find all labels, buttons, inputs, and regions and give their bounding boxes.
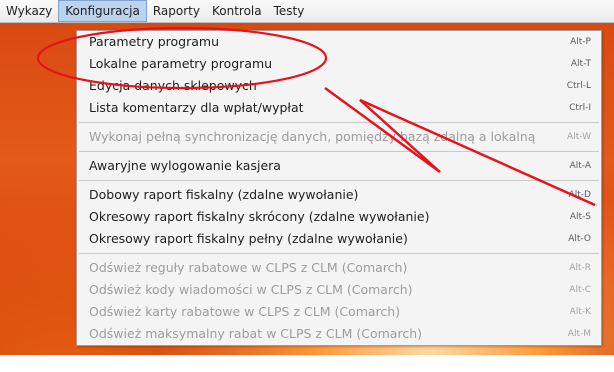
menu-separator [79,180,599,181]
menu-item-shortcut: Alt-O [568,234,591,244]
menu-item-label: Wykonaj pełną synchronizację danych, pom… [89,129,536,144]
menu-item-label: Odśwież maksymalny rabat w CLPS z CLM (C… [89,326,423,341]
menu-separator [79,151,599,152]
menu-item-label: Odśwież karty rabatowe w CLPS z CLM (Com… [89,304,401,319]
menu-item-shortcut: Alt-S [569,212,591,222]
menu-item-shortcut: Alt-R [569,263,591,273]
menu-item-shortcut: Alt-K [569,307,591,317]
menu-item[interactable]: Dobowy raport fiskalny (zdalne wywołanie… [77,184,601,206]
menu-item[interactable]: Parametry programu Alt-P [77,31,601,53]
menu-item[interactable]: Edycja danych sklepowych Ctrl-L [77,75,601,97]
menu-item-shortcut: Alt-C [569,285,591,295]
menu-item-label: Parametry programu [89,34,219,49]
menu-item[interactable]: Okresowy raport fiskalny skrócony (zdaln… [77,206,601,228]
menu-item-label: Okresowy raport fiskalny pełny (zdalne w… [89,231,408,246]
menu-item[interactable]: Lokalne parametry programu Alt-T [77,53,601,75]
menu-item: Odśwież kody wiadomości w CLPS z CLM (Co… [77,279,601,301]
menu-item-label: Edycja danych sklepowych [89,78,257,93]
menu-item-label: Odśwież reguły rabatowe w CLPS z CLM (Co… [89,260,408,275]
menu-item-label: Awaryjne wylogowanie kasjera [89,158,281,173]
menu-item-label: Odśwież kody wiadomości w CLPS z CLM (Co… [89,282,413,297]
menu-raporty[interactable]: Raporty [147,0,206,22]
menu-item-shortcut: Alt-T [570,59,591,69]
menu-item-shortcut: Alt-W [567,132,591,142]
menu-konfiguracja[interactable]: Konfiguracja [58,0,147,22]
menu-item: Odśwież karty rabatowe w CLPS z CLM (Com… [77,301,601,323]
menu-item-label: Lista komentarzy dla wpłat/wypłat [89,100,304,115]
menu-item-label: Okresowy raport fiskalny skrócony (zdaln… [89,209,430,224]
menubar: Wykazy Konfiguracja Raporty Kontrola Tes… [0,0,614,23]
menu-item-shortcut: Alt-D [568,190,591,200]
menu-item[interactable]: Okresowy raport fiskalny pełny (zdalne w… [77,228,601,250]
menu-separator [79,122,599,123]
menu-item-shortcut: Alt-M [567,329,591,339]
menu-item[interactable]: Lista komentarzy dla wpłat/wypłat Ctrl-I [77,97,601,119]
desktop-bottom-strip [0,355,614,372]
menu-item[interactable]: Awaryjne wylogowanie kasjera Alt-A [77,155,601,177]
menu-testy[interactable]: Testy [268,0,311,22]
konfiguracja-dropdown-menu: Parametry programu Alt-P Lokalne parametry… [76,30,602,346]
menu-wykazy[interactable]: Wykazy [0,0,58,22]
menu-item: Odśwież reguły rabatowe w CLPS z CLM (Co… [77,257,601,279]
menu-item: Wykonaj pełną synchronizację danych, pom… [77,126,601,148]
menu-item-shortcut: Ctrl-I [569,103,591,113]
menu-item-shortcut: Alt-P [570,37,591,47]
menu-item-label: Lokalne parametry programu [89,56,273,71]
menu-separator [79,253,599,254]
menu-item-shortcut: Alt-A [569,161,591,171]
menu-item: Odśwież maksymalny rabat w CLPS z CLM (C… [77,323,601,345]
menu-item-shortcut: Ctrl-L [566,81,591,91]
menu-kontrola[interactable]: Kontrola [206,0,268,22]
menu-item-label: Dobowy raport fiskalny (zdalne wywołanie… [89,187,359,202]
